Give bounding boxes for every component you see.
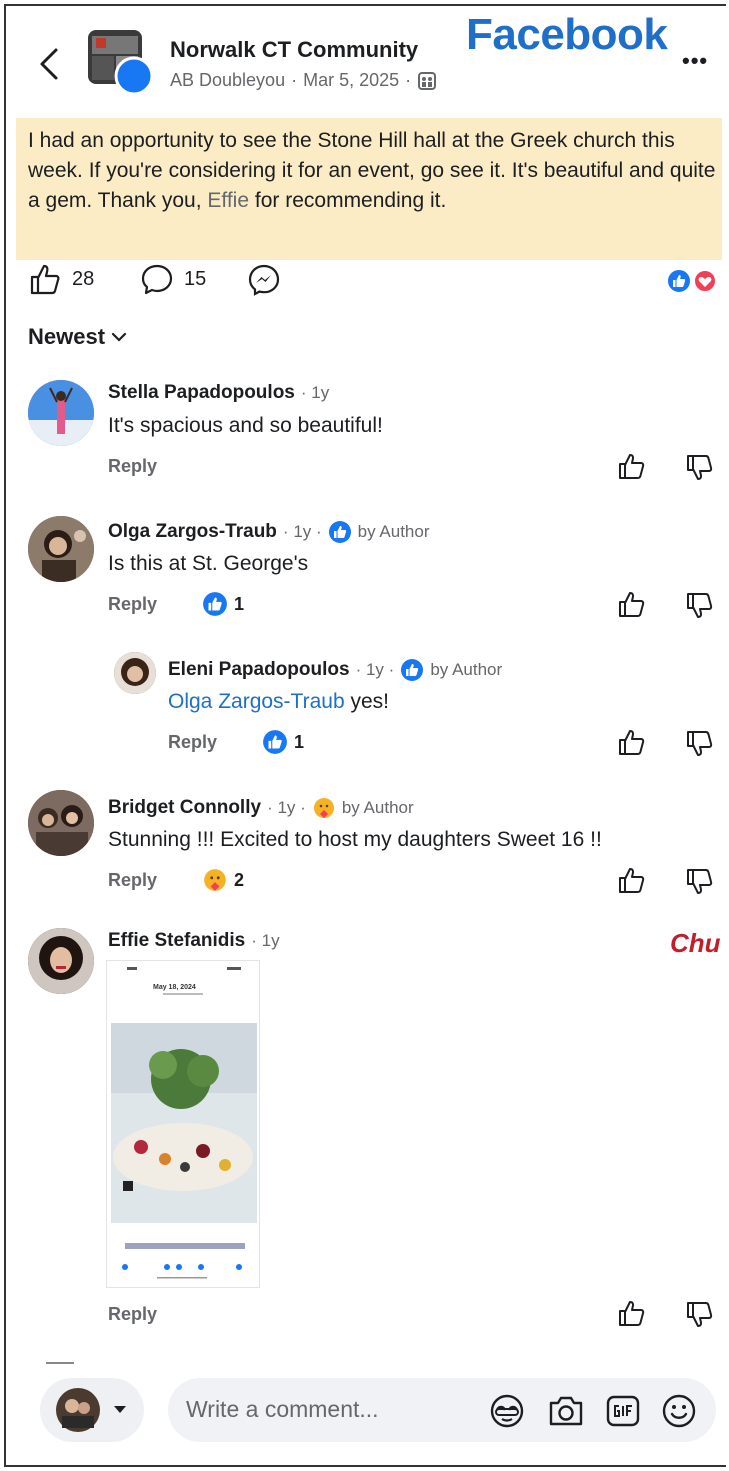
comment-like-icon[interactable] (616, 589, 646, 619)
comment-placeholder[interactable]: Write a comment... (186, 1396, 379, 1423)
comment-age-value: 1y (311, 383, 330, 402)
shot-date: May 18, 2024 (153, 984, 196, 991)
post-mention[interactable]: Effie (207, 189, 249, 212)
author-badge: by Author (357, 522, 430, 541)
group-name[interactable]: Norwalk CT Community (170, 37, 418, 63)
commenter-name[interactable]: Stella Papadopoulos (108, 382, 295, 404)
comment-like-icon[interactable] (616, 1298, 646, 1328)
avatar[interactable] (28, 790, 94, 856)
comment-header: Bridget Connolly · 1y · by Author (108, 796, 414, 820)
comment-age-value: 1y (365, 660, 384, 679)
comment-header: Olga Zargos-Traub · 1y · by Author (108, 520, 430, 544)
chevron-left-icon[interactable] (36, 44, 64, 84)
comment-dislike-icon[interactable] (684, 867, 714, 897)
reply-text: yes! (344, 690, 389, 713)
care-reaction-icon (204, 869, 226, 891)
commenter-name[interactable]: Olga Zargos-Traub (108, 521, 277, 543)
commenter-name[interactable]: Effie Stefanidis (108, 930, 245, 952)
comment-age: · 1y (251, 931, 280, 950)
facebook-brand-label: Facebook (466, 10, 668, 59)
post-text-end: for recommending it. (249, 189, 447, 212)
comment-dislike-icon[interactable] (684, 729, 714, 759)
avatar[interactable] (28, 928, 94, 994)
like-reaction-icon (328, 521, 351, 543)
reply-button[interactable]: Reply (108, 594, 157, 615)
reaction-summary[interactable] (666, 268, 718, 294)
comment-dislike-icon[interactable] (684, 453, 714, 483)
post-meta: AB Doubleyou · Mar 5, 2025 · (170, 70, 437, 91)
more-options-icon[interactable]: ••• (682, 48, 708, 74)
comment-reaction-count[interactable]: 2 (202, 867, 244, 893)
like-action[interactable]: 28 (28, 262, 94, 296)
chevron-down-icon (111, 332, 127, 342)
reply-button[interactable]: Reply (168, 732, 217, 753)
like-reaction-icon (203, 592, 227, 616)
comment-text: Is this at St. George's (108, 552, 309, 575)
reply-button[interactable]: Reply (108, 870, 157, 891)
comment-header: Stella Papadopoulos · 1y (108, 382, 329, 404)
composer-divider (46, 1362, 74, 1364)
sort-label: Newest (28, 324, 106, 349)
comment-attached-image[interactable]: May 18, 2024 (106, 960, 260, 1288)
post-date[interactable]: Mar 5, 2025 (303, 70, 399, 91)
author-name[interactable]: AB Doubleyou (170, 70, 285, 91)
camera-icon[interactable] (546, 1392, 586, 1430)
like-reaction-icon (401, 659, 424, 681)
like-icon (30, 264, 60, 295)
reaction-count: 2 (234, 869, 245, 890)
comment-like-icon[interactable] (616, 865, 646, 895)
comment-age-value: 1y (293, 522, 312, 541)
group-members-icon (418, 71, 437, 90)
comment-age-value: 1y (261, 931, 280, 950)
comment-count: 15 (184, 267, 207, 290)
gif-icon[interactable] (604, 1392, 642, 1430)
like-count: 28 (72, 267, 95, 290)
group-avatar[interactable] (88, 30, 154, 96)
comment-age-value: 1y (277, 798, 296, 817)
comment-header: Effie Stefanidis · 1y (108, 930, 280, 952)
comment-dislike-icon[interactable] (684, 1300, 714, 1330)
post-text: I had an opportunity to see the Stone Hi… (28, 126, 723, 216)
author-badge: by Author (341, 798, 414, 817)
comment-age: · 1y · (282, 522, 322, 541)
meta-separator: · (291, 70, 298, 90)
comment-icon (141, 264, 173, 295)
comment-age: · 1y (300, 383, 330, 402)
comment-age: · 1y · (267, 798, 306, 817)
avatar[interactable] (28, 516, 94, 582)
messenger-icon[interactable] (246, 262, 282, 298)
reply-button[interactable]: Reply (108, 456, 157, 477)
comment-text: Stunning !!! Excited to host my daughter… (108, 828, 602, 851)
avatar-sticker-icon[interactable] (488, 1392, 526, 1430)
comment-action[interactable]: 15 (140, 262, 206, 296)
comment-header: Eleni Papadopoulos · 1y · by Author (168, 658, 502, 682)
care-reaction-icon (313, 798, 334, 818)
like-reaction-icon (263, 730, 287, 754)
reply-button[interactable]: Reply (108, 1304, 157, 1325)
reaction-count: 1 (294, 731, 305, 752)
commenter-name[interactable]: Eleni Papadopoulos (168, 659, 350, 681)
reply-mention[interactable]: Olga Zargos-Traub (168, 690, 345, 713)
avatar[interactable] (114, 652, 156, 694)
comment-like-icon[interactable] (616, 727, 646, 757)
comment-sort-dropdown[interactable]: Newest (28, 324, 127, 350)
author-badge: by Author (430, 660, 503, 679)
comment-text: It's spacious and so beautiful! (108, 414, 383, 437)
comment-reaction-count[interactable]: 1 (202, 591, 244, 617)
comment-reaction-count[interactable]: 1 (262, 729, 304, 755)
comment-text: Olga Zargos-Traub yes! (168, 690, 389, 714)
comment-dislike-icon[interactable] (684, 591, 714, 621)
avatar[interactable] (28, 380, 94, 446)
reaction-count: 1 (234, 593, 245, 614)
comment-age: · 1y · (355, 660, 395, 679)
red-annotation: Chu (670, 928, 721, 958)
comment-like-icon[interactable] (616, 451, 646, 481)
commenter-name[interactable]: Bridget Connolly (108, 797, 261, 819)
emoji-icon[interactable] (660, 1392, 698, 1430)
comment-as-selector[interactable] (40, 1378, 144, 1442)
meta-separator: · (405, 70, 412, 90)
